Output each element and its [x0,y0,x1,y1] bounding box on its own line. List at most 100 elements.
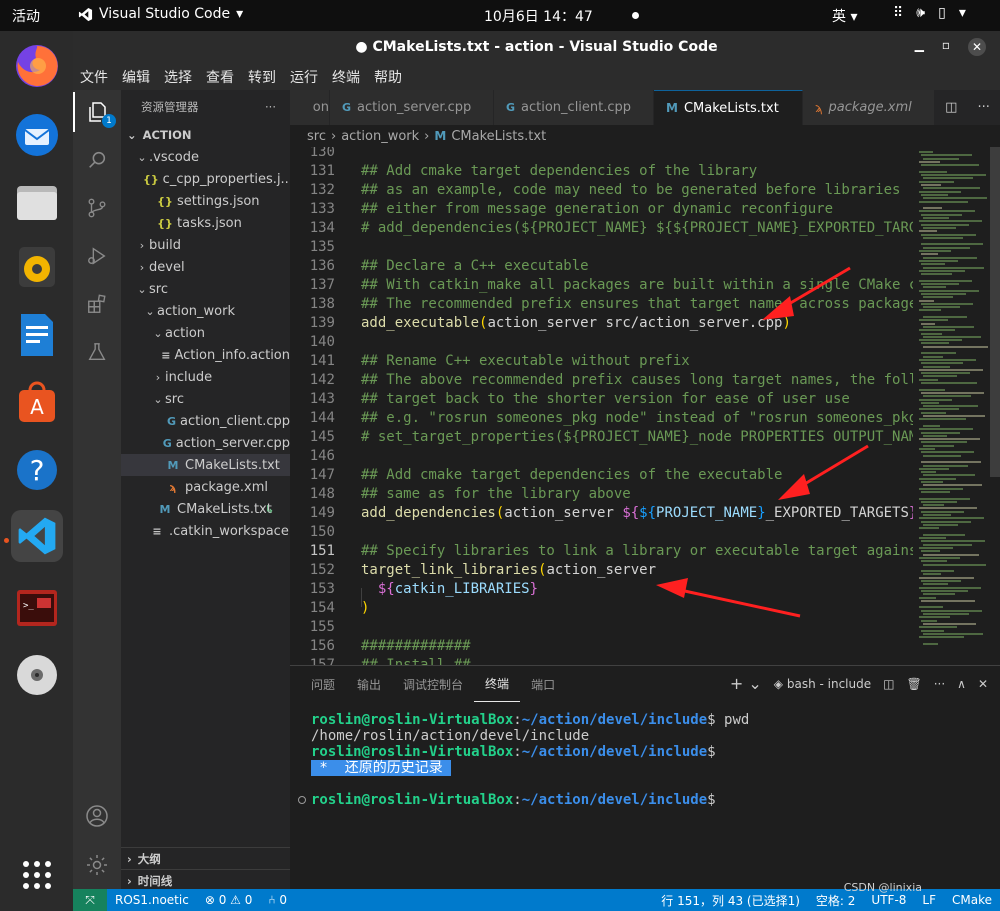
accounts-activity[interactable] [73,796,121,836]
firefox-launcher[interactable] [11,40,63,92]
split-editor-icon[interactable]: ◫ [945,100,957,115]
menu-file[interactable]: 文件 [80,67,108,87]
tab-action-client[interactable]: G action_client.cpp [494,90,654,125]
ros-status[interactable]: ROS1.noetic [107,893,197,907]
tab-cmakelists[interactable]: M CMakeLists.txt [654,90,803,125]
source-control-activity[interactable] [73,188,121,228]
tree-file[interactable]: M CMakeLists.txt [121,454,290,476]
split-terminal-icon[interactable]: ◫ [883,677,894,691]
code-line[interactable]: 152 target_link_libraries(action_server [290,561,913,580]
manage-activity[interactable] [73,845,121,885]
close-button[interactable]: ✕ [968,38,986,56]
menu-run[interactable]: 运行 [290,67,318,87]
writer-launcher[interactable] [11,309,63,361]
code-line[interactable]: 149 add_dependencies(action_server ${${PR… [290,504,913,523]
indentation-status[interactable]: 空格: 2 [808,892,864,909]
problems-status[interactable]: ⊗ 0 ⚠ 0 [197,893,261,907]
workspace-root[interactable]: ⌄ ACTION [121,124,290,146]
code-line[interactable]: 153 ${catkin_LIBRARIES} [290,580,913,599]
new-terminal-button[interactable]: + ⌄ [730,674,762,693]
maximize-panel-icon[interactable]: ∧ [957,677,966,691]
breadcrumb-file[interactable]: CMakeLists.txt [451,129,546,144]
tab-package-xml[interactable]: ϡ package.xml [803,90,935,125]
code-line[interactable]: 140 [290,333,913,352]
tree-folder[interactable]: ⌄ src [121,388,290,410]
software-launcher[interactable]: A [11,376,63,428]
tree-folder[interactable]: ⌄ action [121,322,290,344]
window-title-bar[interactable]: ● CMakeLists.txt - action - Visual Studi… [73,31,1000,64]
code-line[interactable]: 130 [290,147,913,162]
outline-section[interactable]: › 大纲 [121,847,290,869]
app-menu[interactable]: Visual Studio Code ▾ [78,6,243,22]
vscode-launcher[interactable] [11,510,63,562]
code-line[interactable]: 132 ## as an example, code may need to be… [290,181,913,200]
menu-help[interactable]: 帮助 [374,67,402,87]
tree-file[interactable]: {} tasks.json [121,212,290,234]
code-line[interactable]: 137 ## With catkin_make all packages are … [290,276,913,295]
tree-file[interactable]: ϡ package.xml [121,476,290,498]
panel-tab-ports[interactable]: 端口 [520,666,566,702]
terminal-launcher[interactable]: >_ [11,582,63,634]
encoding-status[interactable]: UTF-8 [863,893,914,907]
code-line[interactable]: 141 ## Rename C++ executable without pref… [290,352,913,371]
tree-folder[interactable]: ⌄ src [121,278,290,300]
menu-go[interactable]: 转到 [248,67,276,87]
extensions-activity[interactable] [73,284,121,324]
panel-tab-output[interactable]: 输出 [346,666,392,702]
close-panel-icon[interactable]: ✕ [978,677,988,691]
code-line[interactable]: 145 # set_target_properties(${PROJECT_NAM… [290,428,913,447]
code-line[interactable]: 139 add_executable(action_server src/acti… [290,314,913,333]
menu-edit[interactable]: 编辑 [122,67,150,87]
code-line[interactable]: 147 ## Add cmake target dependencies of t… [290,466,913,485]
editor-scrollbar[interactable] [990,147,1000,477]
ports-status[interactable]: ⑃ 0 [260,893,295,907]
code-line[interactable]: 154) [290,599,913,618]
code-line[interactable]: 134 # add_dependencies(${PROJECT_NAME} ${… [290,219,913,238]
terminal-selector[interactable]: ◈ bash - include [774,677,871,691]
more-actions-button[interactable]: ··· [265,100,276,114]
code-line[interactable]: 150 [290,523,913,542]
code-line[interactable]: 131 ## Add cmake target dependencies of t… [290,162,913,181]
tree-file[interactable]: Gaction_client.cpp [121,410,290,432]
tree-folder[interactable]: › build [121,234,290,256]
show-apps-button[interactable] [11,849,63,901]
input-method-indicator[interactable]: 英 ▾ [832,6,857,26]
testing-activity[interactable] [73,332,121,372]
code-line[interactable]: 136 ## Declare a C++ executable [290,257,913,276]
eol-status[interactable]: LF [914,893,944,907]
tab-truncated[interactable]: on [290,90,330,125]
code-line[interactable]: 143 ## target back to the shorter version… [290,390,913,409]
files-launcher[interactable] [11,176,63,228]
code-line[interactable]: 157 ## Install ## [290,656,913,665]
code-line[interactable]: 155 [290,618,913,637]
run-debug-activity[interactable] [73,236,121,276]
breadcrumb-action-work[interactable]: action_work [341,129,419,144]
activities-button[interactable]: 活动 [12,6,40,26]
language-mode[interactable]: CMake [944,893,1000,907]
search-activity[interactable] [73,140,121,180]
more-actions-icon[interactable]: ··· [978,100,990,115]
terminal-output[interactable]: roslin@roslin-VirtualBox:~/action/devel/… [290,712,1000,808]
disc-launcher[interactable] [11,649,63,701]
code-line[interactable]: 144 ## e.g. "rosrun someones_pkg node" in… [290,409,913,428]
explorer-activity[interactable]: 1 [73,92,121,132]
code-line[interactable]: 135 [290,238,913,257]
tree-file[interactable]: ≡ .catkin_workspace [121,520,290,542]
system-tray[interactable]: ⠿ 🕪 ▯ ▾ [893,5,966,21]
tree-file[interactable]: {} settings.json [121,190,290,212]
trash-icon[interactable]: 🗑 [906,677,921,691]
tree-file[interactable]: Gaction_server.cpp [121,432,290,454]
code-line[interactable]: 148 ## same as for the library above [290,485,913,504]
code-line[interactable]: 138 ## The recommended prefix ensures tha… [290,295,913,314]
tree-folder[interactable]: ⌄ .vscode [121,146,290,168]
timeline-section[interactable]: › 时间线 [121,869,290,889]
cursor-position[interactable]: 行 151，列 43 (已选择1) [653,892,808,909]
tab-action-server[interactable]: G action_server.cpp [330,90,494,125]
code-editor[interactable]: 130 131 ## Add cmake target dependencies o… [290,147,913,665]
command-decoration-icon[interactable] [298,796,306,804]
remote-indicator-icon[interactable]: ⤧ [73,889,107,911]
tree-file[interactable]: M CMakeLists.txt ↳ [121,498,290,520]
tree-folder[interactable]: › include [121,366,290,388]
menu-view[interactable]: 查看 [206,67,234,87]
code-line[interactable]: 142 ## The above recommended prefix cause… [290,371,913,390]
